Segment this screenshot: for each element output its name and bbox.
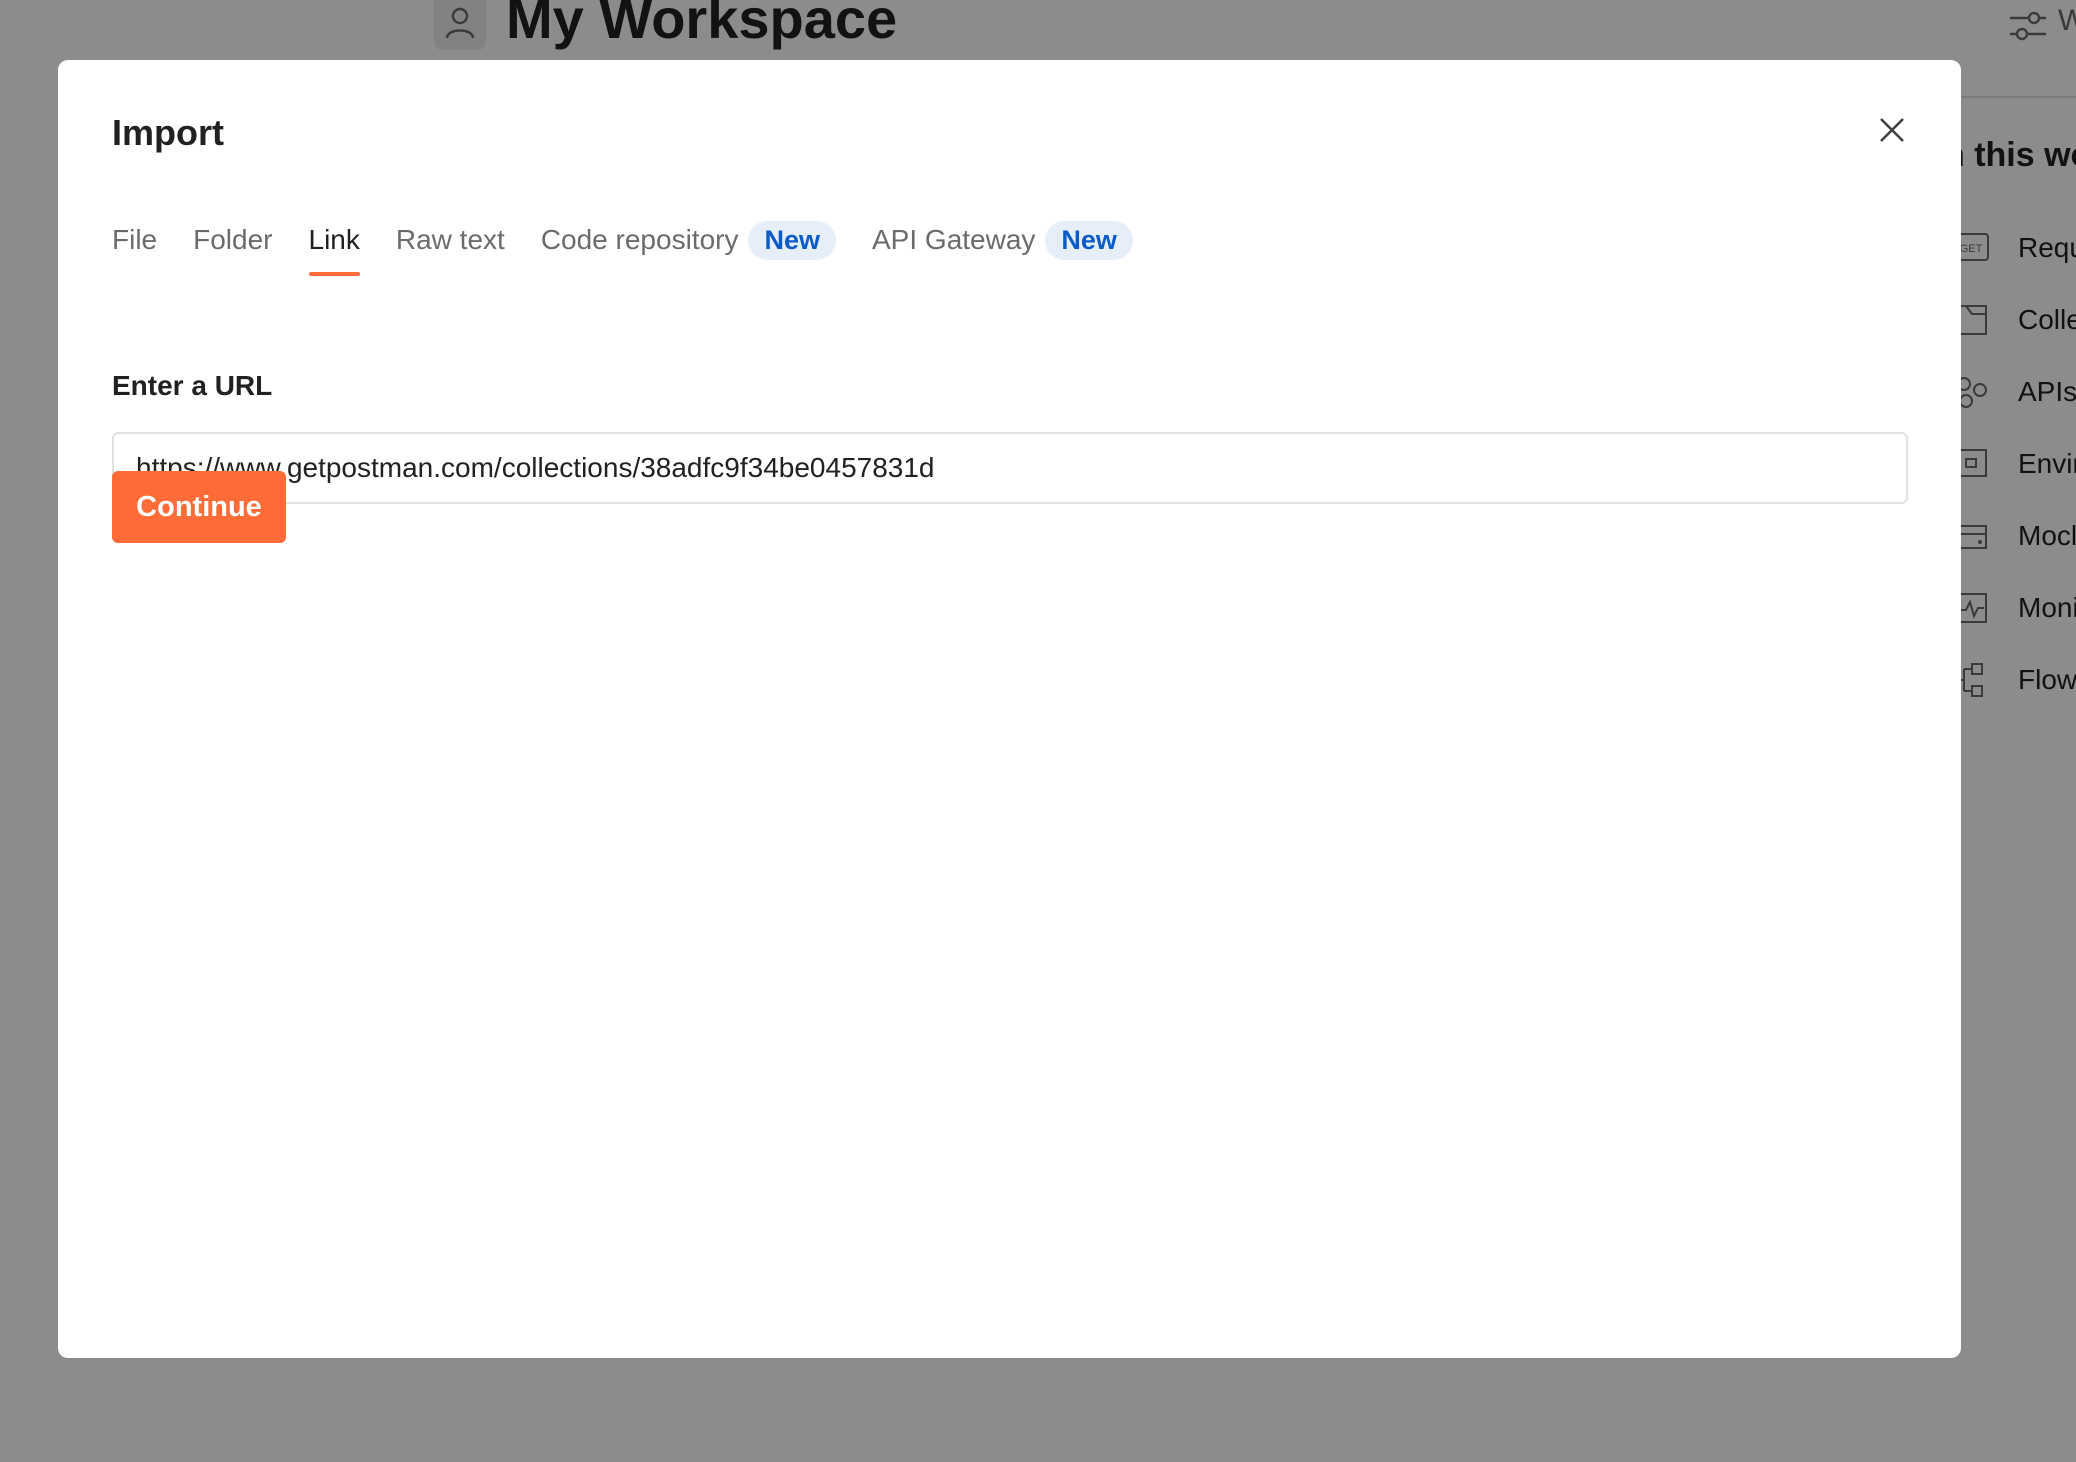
tab-label: File [112, 224, 158, 255]
tab-label: API Gateway [872, 224, 1036, 255]
tab-label: Folder [193, 224, 273, 255]
new-badge: New [748, 220, 836, 260]
import-dialog: Import File Folder Link Raw text Code re… [58, 60, 1961, 1358]
tab-folder[interactable]: Folder [193, 216, 272, 264]
tab-label: Link [308, 224, 360, 255]
tab-api-gateway[interactable]: API Gateway New [872, 216, 1133, 264]
close-button[interactable] [1868, 108, 1916, 156]
url-field-label: Enter a URL [112, 370, 273, 401]
tab-link[interactable]: Link [308, 216, 361, 276]
tab-label: Code repository [540, 224, 739, 255]
new-badge: New [1045, 220, 1133, 260]
tab-label: Raw text [395, 224, 505, 255]
tab-raw-text[interactable]: Raw text [396, 216, 505, 264]
dialog-title: Import [112, 112, 224, 153]
close-icon [1878, 116, 1906, 149]
tab-code-repository[interactable]: Code repository New [541, 216, 836, 264]
url-input[interactable] [112, 432, 1908, 504]
import-tabs: File Folder Link Raw text Code repositor… [112, 216, 1169, 280]
tab-file[interactable]: File [112, 216, 157, 264]
continue-button[interactable]: Continue [112, 471, 286, 543]
